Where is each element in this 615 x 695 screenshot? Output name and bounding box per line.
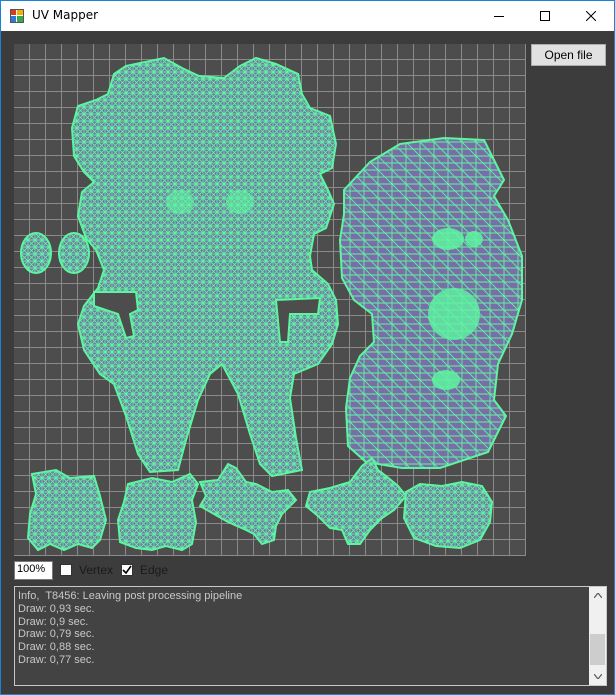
uv-dense-region xyxy=(166,190,194,214)
scroll-down-button[interactable] xyxy=(589,668,606,685)
chevron-down-icon xyxy=(593,674,602,679)
title-bar[interactable]: UV Mapper xyxy=(1,1,614,31)
open-file-button[interactable]: Open file xyxy=(531,44,606,66)
uv-mesh xyxy=(20,56,523,552)
uv-island-foot-left xyxy=(26,468,108,552)
zoom-field[interactable]: 100% xyxy=(14,561,53,580)
app-window: UV Mapper Open file 100% Vertex Edge Inf… xyxy=(0,0,615,695)
log-line: Draw: 0,93 sec. xyxy=(18,602,95,615)
uv-island-eye-right xyxy=(58,232,90,274)
log-scrollbar[interactable] xyxy=(589,587,606,685)
log-line: Draw: 0,9 sec. xyxy=(18,615,89,628)
uv-island-body xyxy=(70,56,340,478)
uv-island-eye-left xyxy=(20,232,52,274)
close-icon xyxy=(586,11,596,21)
uv-island-misc xyxy=(402,480,494,550)
maximize-button[interactable] xyxy=(522,1,568,31)
edge-toggle[interactable]: Edge xyxy=(121,562,168,578)
edge-checkbox[interactable] xyxy=(121,564,133,576)
uv-island-hand-left xyxy=(198,462,298,546)
uv-dense-region xyxy=(465,231,483,247)
log-line: Info, T8456: Leaving post processing pip… xyxy=(18,590,243,602)
client-area: Open file 100% Vertex Edge Info, T8456: … xyxy=(1,31,614,694)
uv-dense-region xyxy=(432,228,464,250)
log-line: Draw: 0,79 sec. xyxy=(18,628,95,641)
vertex-label: Vertex xyxy=(79,563,114,577)
uv-island-hand-right xyxy=(304,456,408,545)
edge-label: Edge xyxy=(140,563,169,577)
uv-canvas[interactable] xyxy=(14,44,526,556)
log-line: Draw: 0,88 sec. xyxy=(18,641,95,654)
checkmark-icon xyxy=(122,565,132,575)
vertex-checkbox[interactable] xyxy=(60,564,72,576)
uv-dense-region xyxy=(432,370,460,390)
close-button[interactable] xyxy=(568,1,614,31)
log-output[interactable]: Info, T8456: Leaving post processing pip… xyxy=(14,586,607,686)
log-lines: Info, T8456: Leaving post processing pip… xyxy=(18,590,242,667)
scroll-up-button[interactable] xyxy=(589,587,606,604)
uv-dense-region xyxy=(428,288,480,340)
uv-island-foot-right xyxy=(116,472,200,552)
log-line: Draw: 0,77 sec. xyxy=(18,653,95,666)
minimize-button[interactable] xyxy=(476,1,522,31)
vertex-toggle[interactable]: Vertex xyxy=(60,562,113,578)
chevron-up-icon xyxy=(593,593,602,598)
scroll-thumb[interactable] xyxy=(590,634,605,665)
uv-dense-region xyxy=(226,190,254,214)
window-title: UV Mapper xyxy=(32,8,99,22)
app-icon xyxy=(10,9,24,23)
maximize-icon xyxy=(540,11,550,21)
minimize-icon xyxy=(494,16,504,17)
